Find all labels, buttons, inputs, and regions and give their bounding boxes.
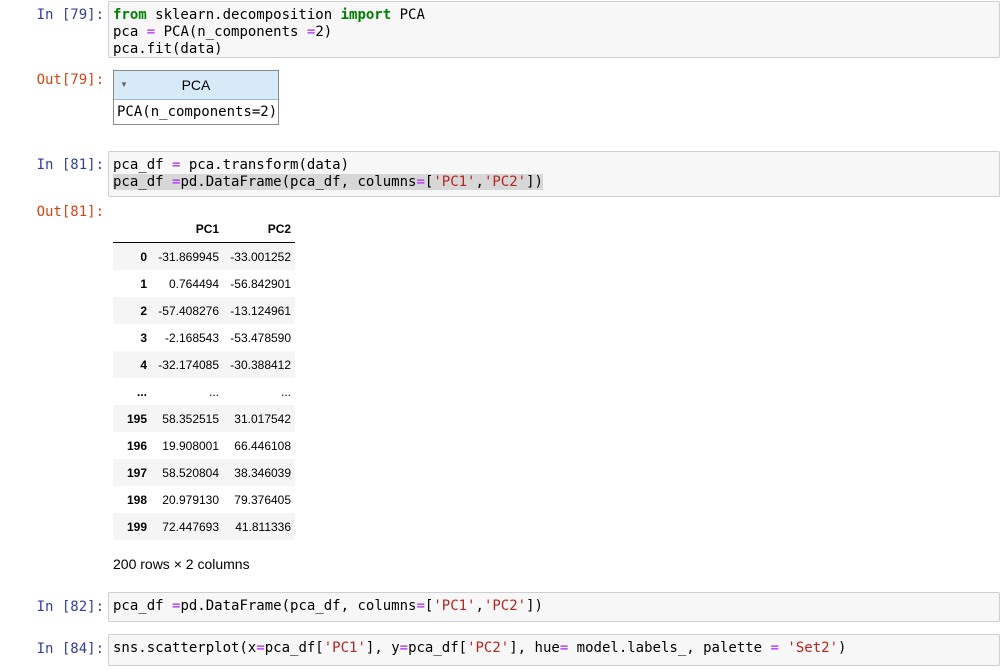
pc2-cell: -53.478590 [230,330,292,345]
pc2-cell: -30.388412 [230,357,292,372]
table-row: 198 20.979130 79.376405 [113,486,295,513]
cell-82-code-editor[interactable]: pca_df =pd.DataFrame(pca_df, columns=['P… [108,592,1000,622]
row-index: ... [137,384,148,399]
cell-81-out-prompt: Out[81]: [36,204,104,220]
table-row: 196 19.908001 66.446108 [113,432,295,459]
row-index: 197 [127,465,148,480]
row-index: 2 [140,303,148,318]
pc2-cell: -56.842901 [230,276,292,291]
row-index: 199 [127,519,148,534]
cell-81-code-editor[interactable]: pca_df = pca.transform(data) pca_df =pd.… [108,151,1000,197]
cell-79-code: from sklearn.decomposition import PCA pc… [113,7,425,57]
pca-estimator-title: PCA [181,77,211,93]
pc1-cell: -31.869945 [158,249,220,264]
table-row: 195 58.352515 31.017542 [113,405,296,432]
table-row: 2 -57.408276 -13.124961 [113,297,296,324]
table-row: 0 -31.869945 -33.001252 [113,242,296,270]
row-index: 195 [127,411,148,426]
table-row: 4 -32.174085 -30.388412 [113,351,296,378]
pc2-cell: 79.376405 [234,492,292,507]
table-row: 3 -2.168543 -53.478590 [113,324,295,351]
pca-estimator-repr: PCA(n_components=2) [117,104,278,120]
pc1-cell: 72.447693 [162,519,220,534]
index-header [113,215,152,243]
cell-79-out-prompt: Out[79]: [36,72,104,88]
row-index: 198 [127,492,148,507]
table-row: ......... [113,378,295,405]
cell-82-in-prompt: In [82]: [36,599,104,615]
row-index: 0 [140,249,148,264]
pc2-cell: -33.001252 [230,249,292,264]
dataframe-table: PC1 PC2 0 -31.869945 -33.001252 1 0.764494-… [113,215,296,540]
table-header-row: PC1 PC2 [113,215,296,243]
pc2-cell: ... [281,384,292,399]
pc1-cell: -57.408276 [158,303,220,318]
dataframe-shape: 200 rows × 2 columns [113,556,250,572]
pc2-cell: 38.346039 [234,465,292,480]
cell-79-code-editor[interactable]: from sklearn.decomposition import PCA pc… [108,1,1000,58]
row-index: 1 [140,276,148,291]
cell-81-in-prompt: In [81]: [36,157,104,173]
cell-84-code-editor[interactable]: sns.scatterplot(x=pca_df['PC1'], y=pca_d… [108,634,1000,666]
row-index: 3 [140,330,148,345]
cell-81-code: pca_df = pca.transform(data) pca_df =pd.… [113,157,543,190]
cell-79-in-prompt: In [79]: [36,7,104,23]
pc2-cell: 66.446108 [234,438,292,453]
pc1-cell: 58.520804 [162,465,220,480]
pc1-cell: 20.979130 [162,492,220,507]
pc1-cell: -32.174085 [158,357,220,372]
pc2-cell: 31.017542 [234,411,292,426]
cell-84-code: sns.scatterplot(x=pca_df['PC1'], y=pca_d… [113,640,847,656]
cell-82-code: pca_df =pd.DataFrame(pca_df, columns=['P… [113,598,543,614]
pc1-cell: ... [209,384,220,399]
pca-estimator-box[interactable]: ▼ PCA PCA(n_components=2) [113,70,279,125]
row-index: 196 [127,438,148,453]
table-row: 1 0.764494 -56.842901 [113,270,295,297]
pca-estimator-header[interactable]: ▼ PCA [114,71,278,100]
row-index: 4 [140,357,148,372]
pc1-cell: -2.168543 [164,330,220,345]
pc2-cell: -13.124961 [230,303,292,318]
table-row: 199 72.447693 41.811336 [113,513,296,540]
column-header-pc1: PC1 [151,215,224,243]
cell-84-in-prompt: In [84]: [36,641,104,657]
pc1-cell: 0.764494 [168,276,220,291]
pc2-cell: 41.811336 [235,519,292,534]
pc1-cell: 19.908001 [162,438,220,453]
column-header-pc2: PC2 [223,215,296,243]
table-row: 197 58.520804 38.346039 [113,459,296,486]
pc1-cell: 58.352515 [162,411,220,426]
